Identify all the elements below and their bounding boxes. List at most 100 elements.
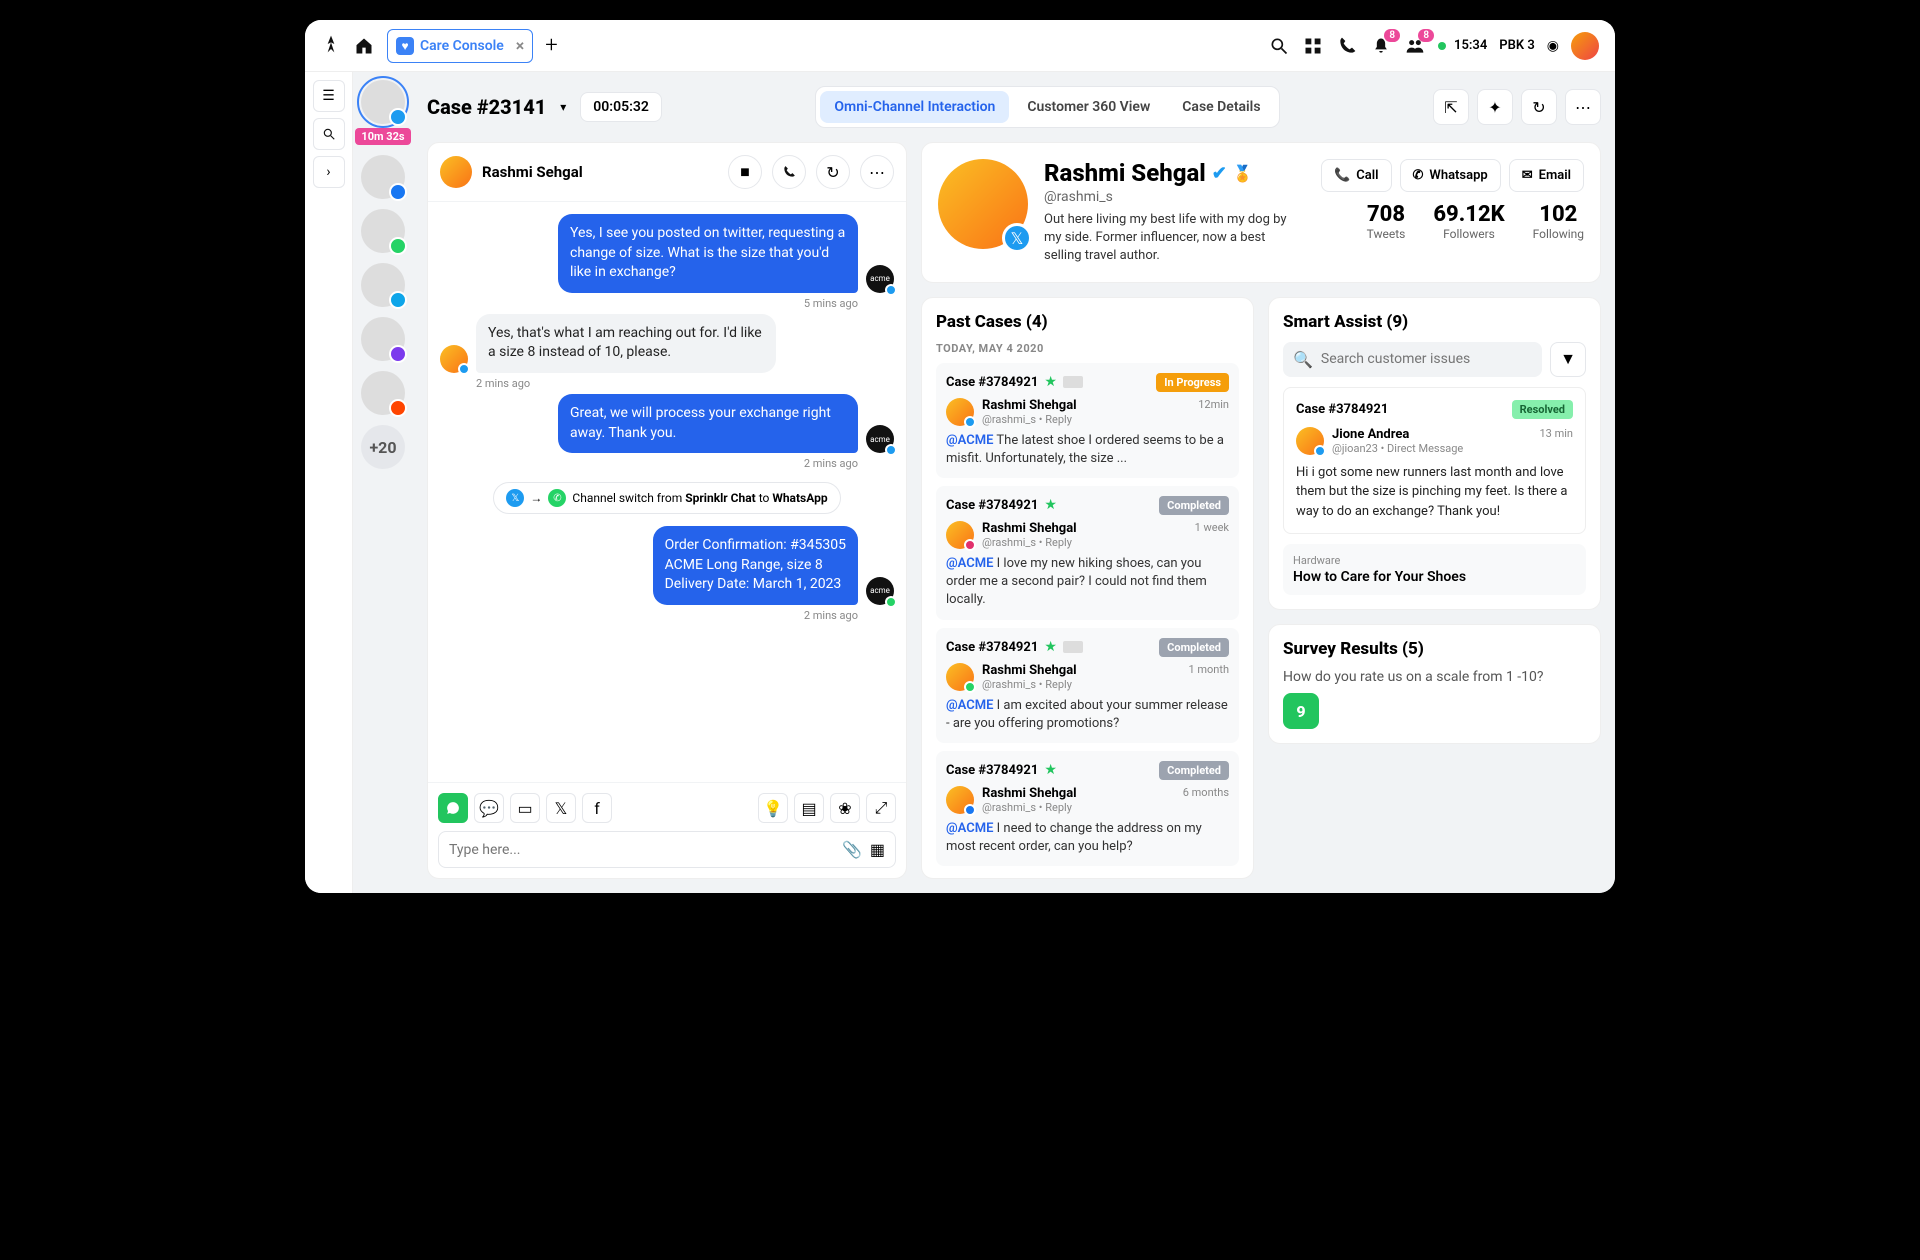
popout-icon[interactable]: ⇱ xyxy=(1433,89,1469,125)
video-icon[interactable]: ■ xyxy=(728,155,762,189)
message-bubble: Great, we will process your exchange rig… xyxy=(558,394,858,453)
menu-icon[interactable]: ☰ xyxy=(313,80,345,112)
thumb-item[interactable] xyxy=(361,317,405,361)
user-avatar[interactable] xyxy=(1571,32,1599,60)
whatsapp-button[interactable]: ✆Whatsapp xyxy=(1400,159,1501,192)
message-row: Order Confirmation: #345305ACME Long Ran… xyxy=(440,526,894,605)
survey-card: Survey Results (5) How do you rate us on… xyxy=(1268,624,1601,744)
profile-stats: 708Tweets69.12KFollowers102Following xyxy=(1367,202,1584,241)
close-tab-icon[interactable]: × xyxy=(516,36,525,55)
search-icon[interactable] xyxy=(1268,35,1290,57)
bell-badge: 8 xyxy=(1384,29,1400,42)
channel-facebook-icon[interactable]: f xyxy=(582,793,612,823)
more-icon[interactable]: ⋯ xyxy=(1565,89,1601,125)
message-timestamp: 2 mins ago xyxy=(440,457,858,470)
channel-sms-icon[interactable]: ▭ xyxy=(510,793,540,823)
kb-article[interactable]: Hardware How to Care for Your Shoes xyxy=(1283,544,1586,595)
app-tab-care-console[interactable]: ♥ Care Console × xyxy=(387,29,533,63)
expand-compose-icon[interactable]: ⤢ xyxy=(866,793,896,823)
idea-icon[interactable]: 💡 xyxy=(758,793,788,823)
email-icon: ✉ xyxy=(1522,168,1533,183)
profile-stat: 69.12KFollowers xyxy=(1433,202,1504,241)
thumb-timer: 10m 32s xyxy=(355,128,410,145)
message-timestamp: 2 mins ago xyxy=(440,609,858,622)
customer-name: Rashmi Sehgal xyxy=(482,163,718,181)
case-timer: 00:05:32 xyxy=(580,92,662,122)
case-dropdown-icon[interactable]: ▾ xyxy=(560,100,566,114)
message-row: Yes, that's what I am reaching out for. … xyxy=(440,314,894,373)
compose-box[interactable]: 📎 ▦ xyxy=(438,831,896,868)
message-bubble: Order Confirmation: #345305ACME Long Ran… xyxy=(653,526,858,605)
magic-wand-icon[interactable]: ✦ xyxy=(1477,89,1513,125)
app-window: ♥ Care Console × + 8 8 15:34 PBK 3 ◉ ☰ ›… xyxy=(305,20,1615,893)
brand-tool-icon[interactable]: ❀ xyxy=(830,793,860,823)
channel-whatsapp-icon[interactable] xyxy=(438,793,468,823)
twitter-badge-icon: 𝕏 xyxy=(1002,223,1032,253)
thumb-item[interactable] xyxy=(361,155,405,199)
past-cases-date: TODAY, MAY 4 2020 xyxy=(936,342,1239,355)
customer-avatar xyxy=(440,156,472,188)
phone-icon[interactable] xyxy=(1336,35,1358,57)
profile-stat: 102Following xyxy=(1533,202,1584,241)
profile-card: 𝕏 Rashmi Sehgal✔🏅 @rashmi_s Out here liv… xyxy=(921,142,1601,283)
tab-omni-channel[interactable]: Omni-Channel Interaction xyxy=(820,91,1009,123)
note-icon[interactable]: ▤ xyxy=(794,793,824,823)
rail-search-icon[interactable] xyxy=(313,118,345,150)
template-icon[interactable]: ▦ xyxy=(870,840,885,859)
home-icon[interactable] xyxy=(353,35,375,57)
past-case-item[interactable]: Case #3784921★CompletedRashmi Shehgal@ra… xyxy=(936,628,1239,743)
verified-icon: ✔ xyxy=(1212,163,1227,184)
thumb-item[interactable] xyxy=(361,371,405,415)
message-row: Great, we will process your exchange rig… xyxy=(440,394,894,453)
agent-avatar: acme xyxy=(866,425,894,453)
chat-more-icon[interactable]: ⋯ xyxy=(860,155,894,189)
tab-case-details[interactable]: Case Details xyxy=(1168,91,1274,123)
thumb-item[interactable] xyxy=(361,263,405,307)
assist-case-item[interactable]: Case #3784921 Resolved Jione Andrea @jio… xyxy=(1283,387,1586,535)
thumbs-more[interactable]: +20 xyxy=(361,425,405,469)
compose-input[interactable] xyxy=(449,842,834,858)
reload-icon[interactable]: ↻ xyxy=(816,155,850,189)
profile-name: Rashmi Sehgal✔🏅 xyxy=(1044,159,1305,187)
new-tab-button[interactable]: + xyxy=(545,33,557,58)
channel-chat-icon[interactable]: 💬 xyxy=(474,793,504,823)
message-bubble: Yes, that's what I am reaching out for. … xyxy=(476,314,776,373)
app-tab-label: Care Console xyxy=(420,38,504,54)
view-tabs: Omni-Channel Interaction Customer 360 Vi… xyxy=(815,86,1279,128)
survey-question: How do you rate us on a scale from 1 -10… xyxy=(1283,669,1586,685)
station-label: PBK 3 xyxy=(1499,38,1535,53)
tab-customer-360[interactable]: Customer 360 View xyxy=(1013,91,1164,123)
expand-icon[interactable]: › xyxy=(313,156,345,188)
attach-icon[interactable]: 📎 xyxy=(842,840,862,859)
past-case-item[interactable]: Case #3784921★In ProgressRashmi Shehgal@… xyxy=(936,363,1239,478)
profile-bio: Out here living my best life with my dog… xyxy=(1044,211,1305,266)
profile-handle: @rashmi_s xyxy=(1044,189,1305,205)
call-button[interactable]: 📞Call xyxy=(1321,159,1391,192)
people-badge: 8 xyxy=(1418,29,1434,42)
nav-rail: ☰ › xyxy=(305,72,353,893)
assist-text: Hi i got some new runners last month and… xyxy=(1296,463,1573,522)
past-case-item[interactable]: Case #3784921★CompletedRashmi Shehgal@ra… xyxy=(936,486,1239,620)
search-icon: 🔍 xyxy=(1293,350,1313,369)
issue-search-input[interactable] xyxy=(1321,351,1532,367)
bell-icon[interactable]: 8 xyxy=(1370,35,1392,57)
smart-assist-title: Smart Assist (9) xyxy=(1283,312,1586,332)
past-case-item[interactable]: Case #3784921★CompletedRashmi Shehgal@ra… xyxy=(936,751,1239,866)
apps-grid-icon[interactable] xyxy=(1302,35,1324,57)
profile-avatar: 𝕏 xyxy=(938,159,1028,249)
heart-icon: ♥ xyxy=(396,37,414,55)
email-button[interactable]: ✉Email xyxy=(1509,159,1584,192)
message-bubble: Yes, I see you posted on twitter, reques… xyxy=(558,214,858,293)
channel-twitter-icon[interactable]: 𝕏 xyxy=(546,793,576,823)
thumb-active[interactable] xyxy=(361,80,405,124)
past-cases-title: Past Cases (4) xyxy=(936,312,1239,332)
thumb-item[interactable] xyxy=(361,209,405,253)
call-icon[interactable] xyxy=(772,155,806,189)
brand-logo-icon xyxy=(321,34,341,58)
refresh-icon[interactable]: ↻ xyxy=(1521,89,1557,125)
agent-avatar: acme xyxy=(866,265,894,293)
people-icon[interactable]: 8 xyxy=(1404,35,1426,57)
filter-icon[interactable]: ▼ xyxy=(1550,342,1586,377)
issue-search[interactable]: 🔍 xyxy=(1283,342,1542,377)
smart-assist-card: Smart Assist (9) 🔍 ▼ Case #37849 xyxy=(1268,297,1601,611)
